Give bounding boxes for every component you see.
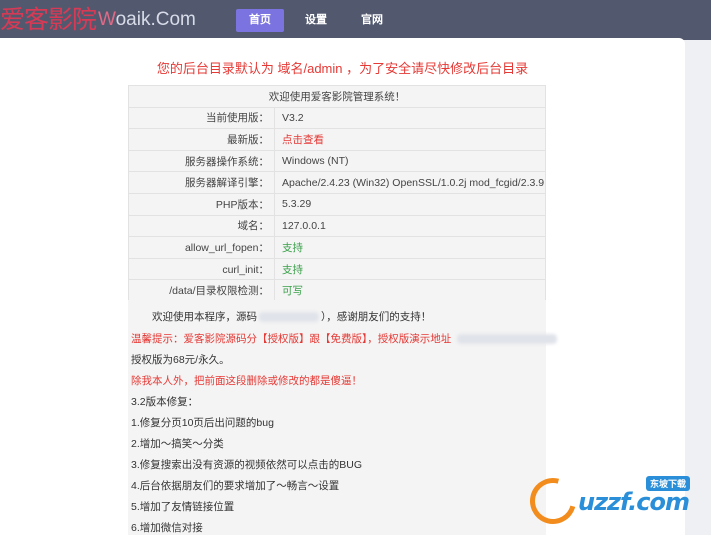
swoosh-icon	[521, 469, 585, 533]
nav-official-site[interactable]: 官网	[348, 9, 396, 32]
row-value[interactable]: 点击查看	[274, 128, 546, 151]
row-label: 域名：	[128, 214, 275, 238]
row-value: 支持	[274, 236, 546, 259]
row-label: PHP版本：	[128, 192, 275, 216]
table-heading: 欢迎使用爱客影院管理系统！	[128, 85, 546, 108]
brand-name-cn: 爱客影院	[0, 5, 97, 34]
nav-settings[interactable]: 设置	[292, 9, 340, 32]
watermark-text: uzzf.com	[578, 488, 690, 516]
description-panel: 欢迎使用本程序，源码 ），感谢朋友们的支持！ 温馨提示：爱客影院源码分【授权版】跟…	[128, 300, 558, 535]
row-label: allow_url_fopen：	[128, 236, 275, 259]
row-label: 当前使用版：	[128, 106, 275, 130]
redacted-link	[259, 312, 319, 323]
row-value: Apache/2.4.23 (Win32) OpenSSL/1.0.2j mod…	[274, 171, 546, 194]
table-row: 最新版： 点击查看	[128, 128, 546, 151]
row-value: Windows (NT)	[274, 149, 546, 173]
row-value: V3.2	[274, 106, 546, 130]
main-nav: 首页 设置 官网	[236, 9, 396, 32]
table-row: 域名： 127.0.0.1	[128, 214, 546, 238]
row-value: 可写	[274, 279, 546, 302]
nav-home[interactable]: 首页	[236, 9, 284, 32]
license-tip: 温馨提示：爱客影院源码分【授权版】跟【免费版】，授权版演示地址	[131, 331, 558, 346]
changelog-item: 6.增加微信对接	[131, 522, 203, 534]
row-label: 最新版：	[128, 128, 275, 151]
changelog-item: 1.修复分页10页后出问题的bug	[131, 417, 274, 429]
watermark-badge: 东坡下载	[646, 476, 691, 491]
thanks-line: 欢迎使用本程序，源码 ），感谢朋友们的支持！	[152, 311, 432, 323]
admin-path-notice: 您的后台目录默认为 域名/admin ，为了安全请尽快修改后台目录	[156, 61, 529, 76]
changelog-title: 3.2版本修复：	[131, 396, 199, 408]
changelog-item: 4.后台依据朋友们的要求增加了～畅言～设置	[131, 480, 340, 492]
row-label: 服务器解译引擎：	[128, 171, 275, 194]
license-price: 授权版为68元/永久。	[131, 354, 230, 366]
table-row: /data/目录权限检测： 可写	[128, 279, 546, 302]
changelog-item: 3.修复搜索出没有资源的视频依然可以点击的BUG	[131, 459, 363, 471]
row-label: /data/目录权限检测：	[128, 279, 275, 302]
table-row: 服务器操作系统： Windows (NT)	[128, 149, 546, 173]
table-heading-row: 欢迎使用爱客影院管理系统！	[128, 85, 546, 108]
table-row: PHP版本： 5.3.29	[128, 192, 546, 216]
row-value: 支持	[274, 257, 546, 281]
changelog-item: 2.增加～搞笑～分类	[131, 438, 224, 450]
changelog-item: 5.增加了友情链接位置	[131, 501, 235, 513]
warning-line: 除我本人外，把前面这段删除或修改的都是傻逼！	[131, 375, 362, 387]
table-row: 服务器解译引擎： Apache/2.4.23 (Win32) OpenSSL/1.…	[128, 171, 546, 194]
site-logo[interactable]: 爱客影院 Woaik.Com	[0, 2, 196, 38]
watermark-logo: uzzf.com 东坡下载	[521, 469, 708, 533]
row-value: 127.0.0.1	[274, 214, 546, 238]
system-info-table: 欢迎使用爱客影院管理系统！ 当前使用版： V3.2 最新版： 点击查看 服务器操作系统：…	[128, 85, 546, 302]
table-row: allow_url_fopen： 支持	[128, 236, 546, 259]
table-row: curl_init： 支持	[128, 257, 546, 281]
top-navbar: 爱客影院 Woaik.Com 首页 设置 官网	[0, 0, 711, 40]
row-value: 5.3.29	[274, 192, 546, 216]
table-row: 当前使用版： V3.2	[128, 106, 546, 130]
brand-name-en: Woaik.Com	[98, 9, 196, 30]
row-label: 服务器操作系统：	[128, 149, 275, 173]
redacted-demo-url	[457, 334, 558, 345]
row-label: curl_init：	[128, 257, 275, 281]
